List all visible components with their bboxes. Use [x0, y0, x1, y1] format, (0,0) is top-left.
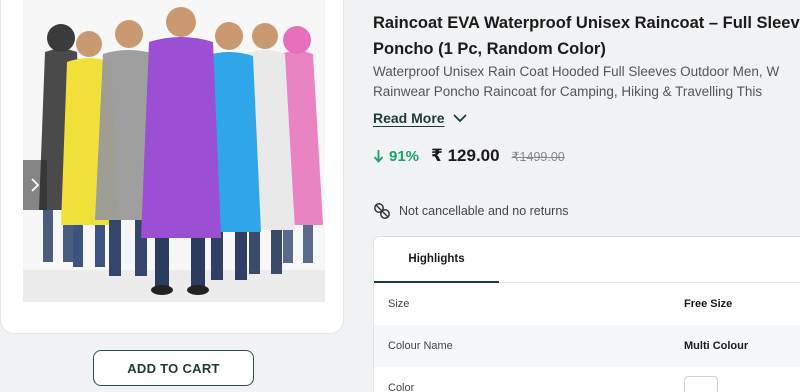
spec-value: Free Size [684, 298, 733, 310]
no-return-icon [374, 203, 390, 219]
add-to-cart-button[interactable]: ADD TO CART [93, 350, 254, 386]
product-description-line-1: Waterproof Unisex Rain Coat Hooded Full … [373, 64, 780, 79]
chevron-down-icon [452, 114, 467, 123]
spec-row-size: Size Free Size [374, 283, 800, 325]
spec-row-color: Color [374, 367, 800, 392]
read-more-label: Read More [373, 110, 445, 126]
tab-highlights[interactable]: Highlights [374, 237, 499, 283]
spec-value: Multi Colour [684, 340, 749, 352]
selling-price: ₹ 129.00 [431, 146, 500, 165]
carousel-next-button[interactable] [23, 160, 47, 210]
highlights-tab-bar: Highlights [374, 237, 800, 283]
price-row: 91% ₹ 129.00 ₹1499.00 [373, 146, 565, 166]
discount-badge: 91% [373, 148, 419, 165]
spec-key: Colour Name [388, 340, 453, 352]
product-title-line-1: Raincoat EVA Waterproof Unisex Raincoat … [373, 14, 800, 32]
product-image-card [0, 0, 344, 334]
original-price: ₹1499.00 [511, 149, 565, 164]
color-swatch[interactable] [684, 376, 718, 392]
return-policy: Not cancellable and no returns [373, 202, 569, 220]
return-policy-text: Not cancellable and no returns [399, 204, 569, 218]
product-image[interactable] [23, 0, 325, 302]
chevron-right-icon [31, 178, 40, 192]
product-title-line-2: Poncho (1 Pc, Random Color) [373, 40, 606, 58]
product-title: Raincoat EVA Waterproof Unisex Raincoat … [373, 10, 800, 62]
spec-key: Size [388, 298, 410, 310]
arrow-down-icon [373, 150, 384, 163]
spec-row-colour-name: Colour Name Multi Colour [374, 325, 800, 367]
discount-percent: 91% [389, 147, 420, 165]
product-description: Waterproof Unisex Rain Coat Hooded Full … [373, 62, 800, 102]
raincoat-models-illustration [23, 0, 325, 302]
highlights-panel: Highlights Size Free Size Colour Name Mu… [373, 236, 800, 392]
spec-key: Color [388, 382, 415, 392]
product-description-line-2: Rainwear Poncho Raincoat for Camping, Hi… [373, 84, 763, 99]
read-more-link[interactable]: Read More [373, 110, 467, 126]
